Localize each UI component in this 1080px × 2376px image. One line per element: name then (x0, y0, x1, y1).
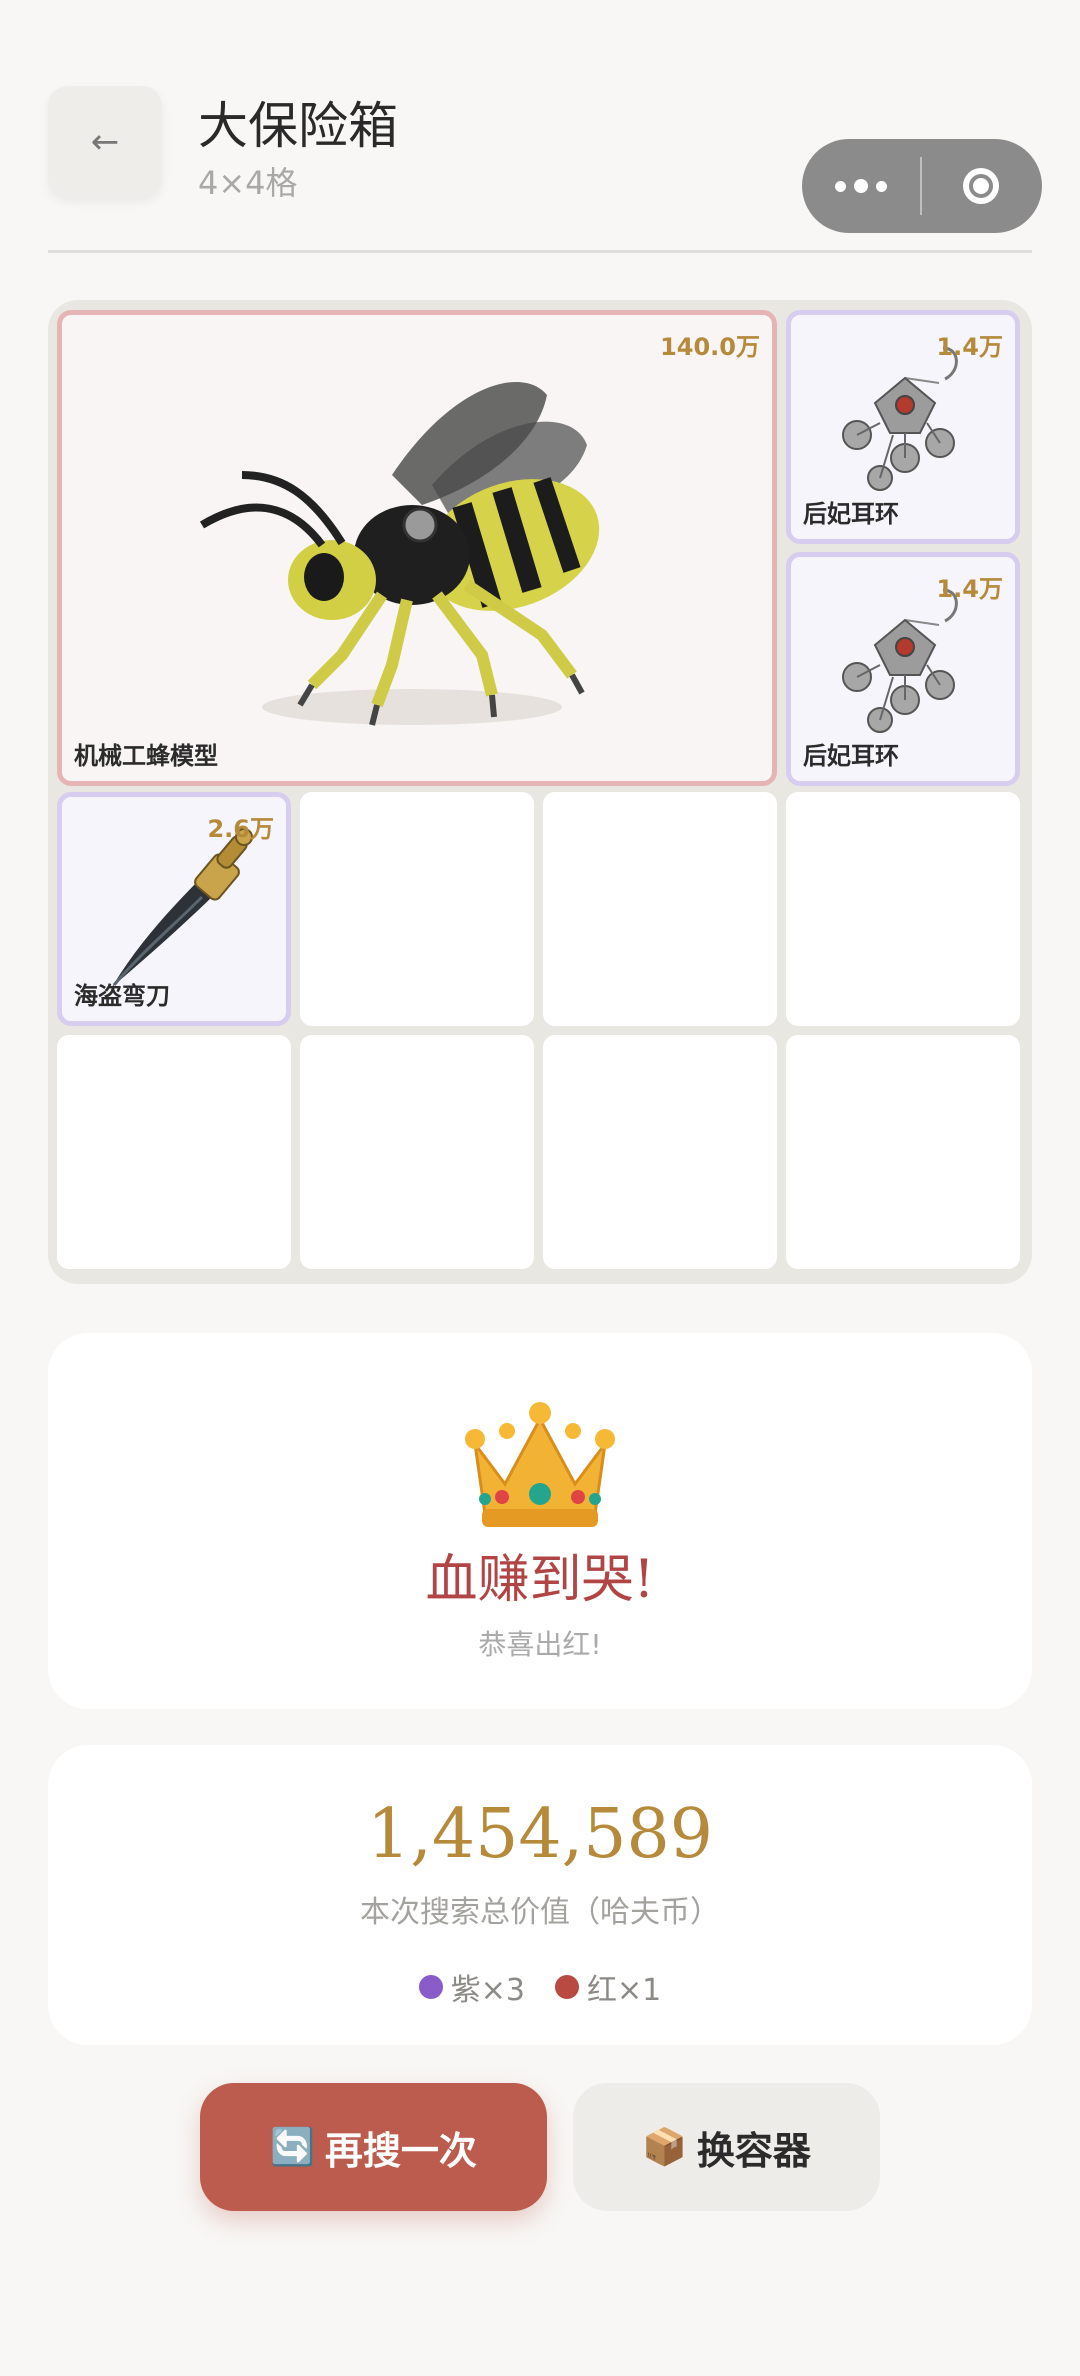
red-dot-icon (555, 1975, 579, 1999)
item-name: 机械工蜂模型 (74, 742, 218, 770)
grid-cell-empty (786, 1035, 1020, 1269)
back-arrow-icon: ← (90, 122, 120, 162)
item-price: 140.0万 (660, 333, 760, 361)
result-title: 血赚到哭! (425, 1550, 655, 1610)
result-card: 血赚到哭! 恭喜出红! (48, 1333, 1032, 1709)
grid-cell-empty (300, 1035, 534, 1269)
item-price: 1.4万 (936, 333, 1003, 361)
item-name: 后妃耳环 (803, 742, 899, 770)
rarity-count-purple: 紫×3 (418, 1965, 525, 2009)
total-value: 1,454,589 (366, 1795, 714, 1874)
back-button[interactable]: ← (48, 86, 162, 198)
switch-container-label: 换容器 (696, 2128, 811, 2173)
result-subtitle: 恭喜出红! (478, 1628, 602, 1661)
mini-program-capsule (802, 139, 1042, 233)
grid-cell-empty (57, 1035, 291, 1269)
package-icon: 📦 (642, 2127, 687, 2168)
close-mini-program-icon[interactable] (922, 168, 1040, 204)
rarity-count-label: 红×1 (587, 1973, 662, 2008)
header: ← 大保险箱 4×4格 (0, 0, 1080, 260)
grid-cell-empty (543, 1035, 777, 1269)
rarity-count-label: 紫×3 (450, 1973, 525, 2008)
rarity-count-red: 红×1 (555, 1965, 661, 2009)
container-grid: 140.0万 机械工蜂模型 1.4万 后妃耳环 1.4万 后妃耳环 2.6万 海… (48, 300, 1032, 1284)
crown-icon (465, 1402, 615, 1527)
search-again-button[interactable]: 🔄 再搜一次 (200, 2083, 547, 2211)
item-pirate-sabre[interactable]: 2.6万 海盗弯刀 (57, 792, 291, 1026)
header-divider (48, 250, 1032, 253)
item-name: 后妃耳环 (803, 500, 899, 528)
purple-dot-icon (418, 1975, 443, 1999)
earring-image (842, 588, 958, 733)
item-mechanical-bee[interactable]: 140.0万 机械工蜂模型 (57, 310, 777, 786)
page-title: 大保险箱 (198, 97, 398, 155)
total-value-label: 本次搜索总价值（哈夫币） (360, 1895, 720, 1930)
item-price: 2.6万 (207, 815, 274, 843)
rarity-counts: 紫×3 红×1 (48, 1965, 1032, 2009)
item-consort-earring[interactable]: 1.4万 后妃耳环 (786, 552, 1020, 786)
grid-cell-empty (543, 792, 777, 1026)
grid-cell-empty (786, 792, 1020, 1026)
item-price: 1.4万 (936, 575, 1003, 603)
page-subtitle: 4×4格 (198, 164, 298, 202)
value-summary-card: 1,454,589 本次搜索总价值（哈夫币） 紫×3 红×1 (48, 1745, 1032, 2045)
more-icon[interactable] (802, 179, 920, 193)
grid-cell-empty (300, 792, 534, 1026)
item-consort-earring[interactable]: 1.4万 后妃耳环 (786, 310, 1020, 544)
switch-container-button[interactable]: 📦 换容器 (573, 2083, 880, 2211)
earring-image (842, 346, 958, 491)
sabre-image (112, 828, 253, 987)
item-name: 海盗弯刀 (74, 982, 170, 1010)
mechanical-bee-image (199, 381, 600, 726)
search-again-label: 再搜一次 (324, 2128, 477, 2173)
refresh-icon: 🔄 (270, 2127, 315, 2168)
